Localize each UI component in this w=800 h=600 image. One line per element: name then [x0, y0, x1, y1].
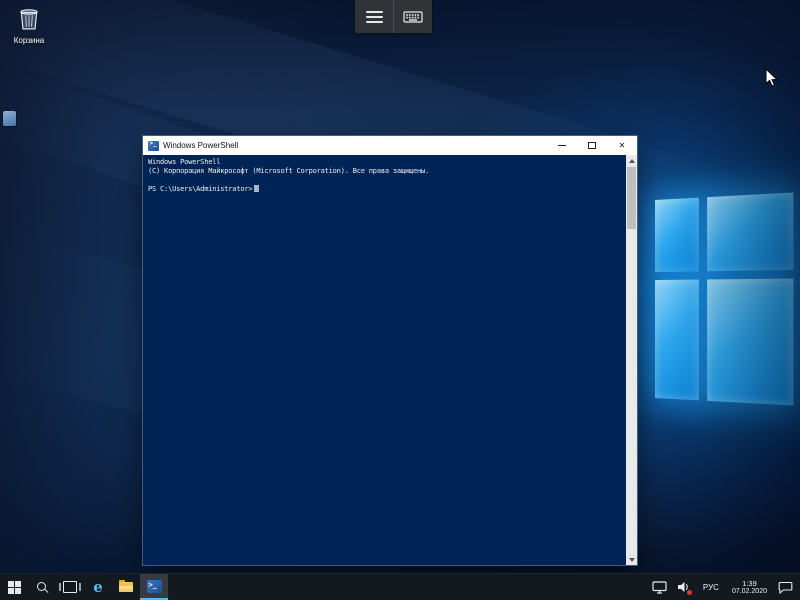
console-prompt-line: PS C:\Users\Administrator> — [148, 185, 621, 194]
action-center-button[interactable] — [776, 574, 794, 600]
minimize-icon — [558, 145, 566, 146]
action-center-icon — [778, 581, 793, 594]
taskbar-explorer-button[interactable] — [112, 574, 140, 600]
console-prompt: PS C:\Users\Administrator> — [148, 185, 252, 193]
clock-time: 1:39 — [742, 579, 757, 588]
windows-logo-pane — [655, 198, 699, 272]
powershell-icon — [147, 580, 162, 593]
tray-network-button[interactable] — [651, 574, 669, 600]
arrow-down-icon — [629, 558, 635, 562]
windows-logo-pane — [655, 280, 699, 401]
search-icon — [37, 582, 47, 592]
taskbar-powershell-button[interactable] — [140, 574, 168, 600]
maximize-button[interactable] — [577, 136, 607, 155]
powershell-icon — [148, 141, 159, 151]
toolbar-keyboard-button[interactable] — [393, 0, 432, 33]
folder-icon — [119, 582, 133, 592]
desktop-shortcut-icon[interactable] — [3, 111, 16, 126]
scrollbar-thumb[interactable] — [627, 167, 636, 229]
windows-logo-pane — [707, 192, 793, 271]
task-view-icon — [63, 581, 77, 593]
trash-bin-icon — [18, 6, 40, 30]
console-cursor — [254, 185, 259, 192]
clock-date: 07.02.2020 — [732, 588, 767, 596]
internet-explorer-icon: e — [93, 580, 103, 595]
language-indicator[interactable]: РУС — [699, 574, 723, 600]
wallpaper-windows-logo — [655, 192, 793, 405]
console-blank-line — [148, 176, 621, 185]
maximize-icon — [588, 142, 596, 149]
recycle-bin-icon[interactable]: Корзина — [0, 6, 58, 45]
windows-logo-pane — [707, 279, 793, 406]
console-line: Windows PowerShell — [148, 158, 621, 167]
volume-muted-badge — [687, 590, 692, 595]
window-titlebar[interactable]: Windows PowerShell ✕ — [143, 136, 637, 155]
vm-console-toolbar — [355, 0, 432, 33]
scroll-up-button[interactable] — [626, 155, 637, 166]
taskbar-ie-button[interactable]: e — [84, 574, 112, 600]
console-line: (C) Корпорация Майкрософт (Microsoft Cor… — [148, 167, 621, 176]
minimize-button[interactable] — [547, 136, 577, 155]
task-view-button[interactable] — [56, 574, 84, 600]
system-tray: РУС 1:39 07.02.2020 — [651, 574, 800, 600]
recycle-bin-label: Корзина — [0, 36, 58, 45]
window-title: Windows PowerShell — [163, 141, 547, 150]
console-output[interactable]: Windows PowerShell (C) Корпорация Майкро… — [143, 155, 637, 565]
close-button[interactable]: ✕ — [607, 136, 637, 155]
arrow-up-icon — [629, 159, 635, 163]
taskbar-search-button[interactable] — [28, 574, 56, 600]
taskbar: e РУС — [0, 573, 800, 600]
console-scrollbar[interactable] — [626, 155, 637, 565]
close-icon: ✕ — [619, 142, 626, 150]
toolbar-menu-button[interactable] — [355, 0, 393, 33]
scroll-down-button[interactable] — [626, 554, 637, 565]
powershell-window: Windows PowerShell ✕ Windows PowerShell … — [143, 136, 637, 565]
start-button[interactable] — [0, 574, 28, 600]
keyboard-icon — [403, 10, 423, 24]
network-icon — [652, 581, 667, 594]
taskbar-clock[interactable]: 1:39 07.02.2020 — [729, 574, 770, 600]
screen: Корзина Window — [0, 0, 800, 600]
hamburger-icon — [366, 8, 383, 26]
windows-logo-icon — [8, 581, 21, 594]
tray-volume-button[interactable] — [675, 574, 693, 600]
